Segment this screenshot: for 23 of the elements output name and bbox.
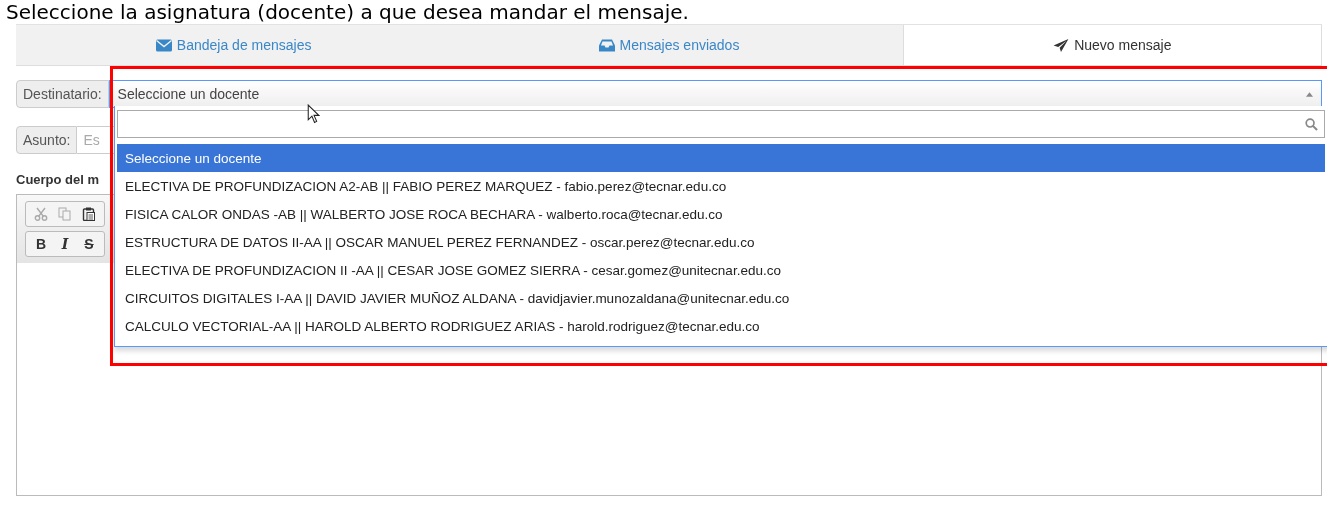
dropdown-option[interactable]: ELECTIVA DE PROFUNDIZACION A2-AB || FABIO PEREZ MARQUEZ - fabio.perez@tecnar.edu.co	[117, 172, 1325, 200]
body-label: Cuerpo del m	[16, 172, 100, 187]
tab[interactable]: Nuevo mensaje	[902, 25, 1322, 65]
caret-icon	[1306, 91, 1313, 97]
instruction-caption: Seleccione la asignatura (docente) a que desea mandar el mensaje.	[5, 0, 690, 24]
envelope-icon	[155, 38, 172, 52]
subject-label: Asunto:	[16, 126, 78, 154]
dropdown-option[interactable]: ESTRUCTURA DE DATOS II-AA || OSCAR MANUEL PEREZ FERNANDEZ - oscar.perez@tecnar.edu.co	[117, 228, 1325, 256]
clipboard-icon[interactable]	[82, 207, 96, 221]
search-icon	[1305, 117, 1318, 131]
format-button[interactable]: B	[29, 233, 53, 255]
dropdown-option[interactable]: FISICA CALOR ONDAS -AB || WALBERTO JOSE ROCA BECHARA - walberto.roca@tecnar.edu.co	[117, 200, 1325, 228]
dropdown-option[interactable]: Seleccione un docente	[117, 144, 1325, 172]
format-button[interactable]: I	[53, 233, 77, 255]
search-field[interactable]	[117, 110, 1325, 138]
recipient-select[interactable]: Seleccione un docente	[108, 80, 1322, 108]
recipient-label: Destinatario:	[16, 80, 109, 108]
paper-plane-icon	[1053, 38, 1070, 52]
dropdown-option[interactable]: CALCULO VECTORIAL-AA || HAROLD ALBERTO RODRIGUEZ ARIAS - harold.rodriguez@tecnar.edu.co	[117, 312, 1325, 340]
dropdown-option[interactable]: CIRCUITOS DIGITALES I-AA || DAVID JAVIER MUÑOZ ALDANA - davidjavier.munozaldana@unitecnar.edu.co	[117, 284, 1325, 312]
inbox-icon	[598, 38, 615, 52]
dropdown-option[interactable]: ELECTIVA DE PROFUNDIZACION II -AA || CESAR JOSE GOMEZ SIERRA - cesar.gomez@unitecnar.edu.co	[117, 256, 1325, 284]
format-button[interactable]: S	[77, 233, 101, 255]
